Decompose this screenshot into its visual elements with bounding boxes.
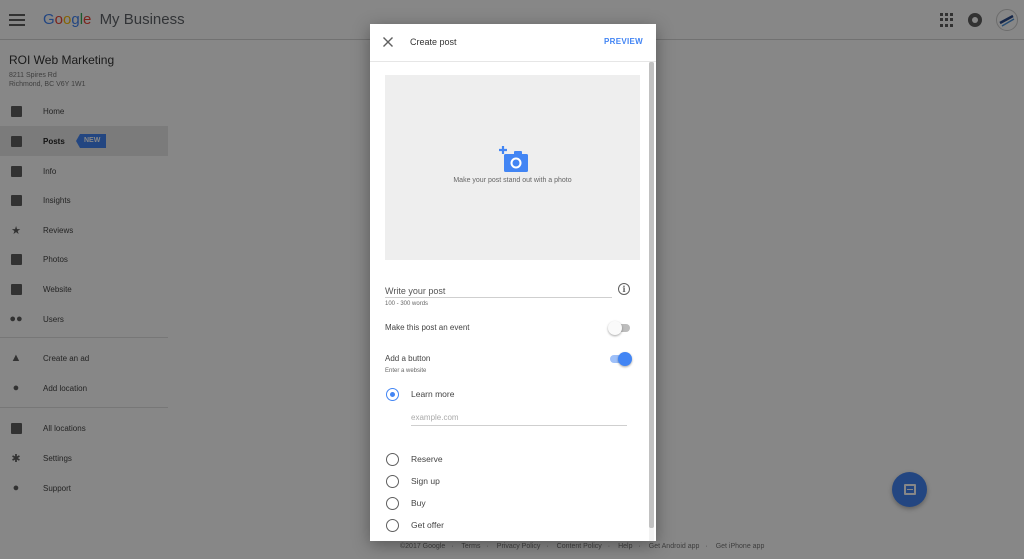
radio-get-offer[interactable]: Get offer bbox=[386, 519, 626, 533]
add-button-helper: Enter a website bbox=[385, 368, 427, 374]
radio-button[interactable] bbox=[386, 475, 399, 488]
add-button-label: Add a button bbox=[385, 354, 431, 363]
radio-button[interactable] bbox=[386, 388, 399, 401]
dialog-title: Create post bbox=[410, 37, 457, 47]
add-photo-camera-icon bbox=[499, 146, 528, 172]
radio-button[interactable] bbox=[386, 497, 399, 510]
create-post-dialog: Create post PREVIEW Make your post stand… bbox=[370, 24, 656, 541]
close-icon[interactable] bbox=[382, 36, 394, 48]
photo-caption: Make your post stand out with a photo bbox=[453, 177, 572, 184]
add-photo-area[interactable]: Make your post stand out with a photo bbox=[385, 75, 640, 260]
website-url-input[interactable] bbox=[411, 410, 627, 426]
radio-learn-more[interactable]: Learn more bbox=[386, 388, 626, 402]
preview-button[interactable]: PREVIEW bbox=[604, 37, 643, 46]
event-toggle-label: Make this post an event bbox=[385, 323, 470, 332]
post-helper-text: 100 - 300 words bbox=[385, 301, 429, 307]
write-post-field[interactable]: Write your post bbox=[385, 286, 612, 298]
add-button-toggle[interactable] bbox=[608, 352, 632, 366]
radio-sign-up[interactable]: Sign up bbox=[386, 475, 626, 489]
radio-button[interactable] bbox=[386, 519, 399, 532]
radio-button[interactable] bbox=[386, 453, 399, 466]
dialog-header: Create post PREVIEW bbox=[370, 24, 656, 62]
radio-reserve[interactable]: Reserve bbox=[386, 453, 626, 467]
event-toggle[interactable] bbox=[608, 321, 632, 335]
dialog-scrollbar-thumb[interactable] bbox=[649, 62, 654, 528]
radio-buy[interactable]: Buy bbox=[386, 497, 626, 511]
info-icon[interactable]: i bbox=[618, 283, 630, 295]
